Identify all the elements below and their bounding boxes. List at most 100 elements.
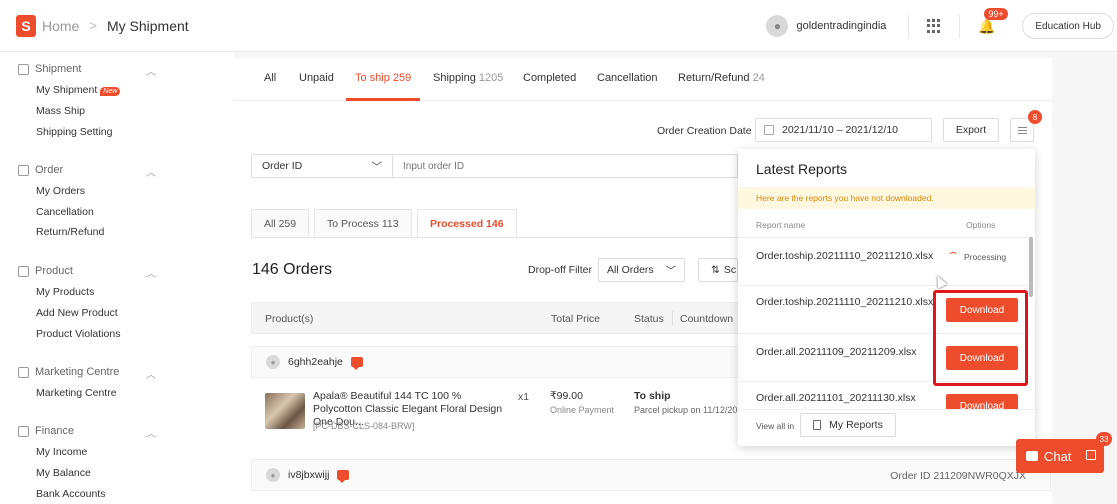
column-options: Options: [966, 220, 996, 230]
order-buyer-row: ● 6ghh2eahje: [251, 346, 741, 378]
chat-icon[interactable]: [350, 357, 363, 370]
search-field-select[interactable]: Order ID ﹀: [251, 154, 392, 178]
order-total-price: ₹99.00: [550, 390, 583, 402]
chevron-up-icon[interactable]: ︿: [146, 164, 156, 179]
divider: [959, 14, 961, 38]
notification-bell-icon[interactable]: 🔔 99+: [978, 8, 1008, 34]
product-thumbnail[interactable]: [265, 393, 305, 429]
spinner-icon: [948, 252, 958, 262]
sidebar-item-my-balance[interactable]: My Balance: [36, 467, 91, 479]
sidebar-section-order[interactable]: Order: [18, 164, 63, 176]
apps-grid-icon[interactable]: [927, 19, 941, 33]
my-reports-button[interactable]: My Reports: [800, 413, 896, 437]
active-tab-indicator: [346, 98, 420, 101]
document-icon: [813, 420, 822, 430]
dropoff-filter-label: Drop-off Filter: [528, 264, 592, 276]
breadcrumb-home[interactable]: Home: [42, 18, 79, 34]
report-row: Order.toship.20211110_20211210.xlsx Proc…: [738, 237, 1029, 285]
sidebar-item-product-violations[interactable]: Product Violations: [36, 328, 120, 340]
sidebar-item-marketing-centre[interactable]: Marketing Centre: [36, 387, 117, 399]
tab-all[interactable]: All: [264, 72, 276, 84]
tag-icon: [18, 366, 29, 378]
new-badge: New: [100, 87, 121, 96]
sidebar-item-bank-accounts[interactable]: Bank Accounts: [36, 488, 105, 500]
tab-cancellation[interactable]: Cancellation: [597, 72, 658, 84]
product-icon: [18, 265, 29, 277]
highlight-box: [933, 290, 1028, 386]
sidebar-item-mass-ship[interactable]: Mass Ship: [36, 105, 85, 117]
popup-title: Latest Reports: [756, 161, 848, 177]
top-bar: S Home > My Shipment ● goldentradingindi…: [0, 0, 1117, 52]
notification-badge: 99+: [984, 8, 1008, 20]
divider: [251, 237, 741, 238]
chevron-down-icon: ﹀: [665, 264, 677, 277]
chat-unread-badge: 33: [1096, 432, 1112, 446]
breadcrumb: Home > My Shipment: [42, 18, 189, 34]
chevron-down-icon: ﹀: [371, 160, 383, 173]
popup-scrollbar[interactable]: [1029, 237, 1033, 297]
tab-completed[interactable]: Completed: [523, 72, 576, 84]
sidebar-section-finance[interactable]: Finance: [18, 425, 74, 437]
column-status: Status: [634, 313, 664, 325]
sidebar-section-product[interactable]: Product: [18, 265, 73, 277]
payment-method: Online Payment: [550, 405, 615, 415]
orders-count-title: 146 Orders: [252, 261, 333, 278]
education-hub-button[interactable]: Education Hub: [1022, 13, 1114, 39]
divider: [908, 14, 910, 38]
sidebar-item-shipping-setting[interactable]: Shipping Setting: [36, 126, 112, 138]
subtab-to-process[interactable]: To Process 113: [314, 209, 412, 238]
username[interactable]: goldentradingindia: [796, 20, 886, 32]
sidebar-item-my-orders[interactable]: My Orders: [36, 185, 85, 197]
minimize-icon[interactable]: [1086, 450, 1096, 460]
view-all-label: View all in: [756, 421, 795, 431]
sidebar-item-add-new-product[interactable]: Add New Product: [36, 307, 118, 319]
subtab-processed[interactable]: Processed 146: [417, 209, 517, 238]
buyer-avatar-icon: ●: [266, 355, 280, 369]
order-id-input[interactable]: [392, 154, 738, 178]
shopee-logo-icon[interactable]: S: [16, 14, 36, 37]
wallet-icon: [18, 425, 29, 437]
report-name: Order.all.20211109_20211209.xlsx: [756, 346, 917, 358]
date-range-picker[interactable]: 2021/11/10 – 2021/12/10: [755, 118, 932, 142]
sidebar: Shipment ︿ My Shipment New Mass Ship Ship…: [0, 52, 234, 504]
sidebar-section-marketing[interactable]: Marketing Centre: [18, 366, 119, 378]
sidebar-item-my-shipment[interactable]: My Shipment New: [36, 84, 121, 96]
tab-unpaid[interactable]: Unpaid: [299, 72, 334, 84]
chevron-right-icon: >: [89, 18, 97, 33]
buyer-name[interactable]: iv8jbxwijj: [288, 469, 329, 481]
sidebar-item-return-refund[interactable]: Return/Refund: [36, 226, 104, 238]
calendar-icon: [764, 125, 774, 135]
subtab-all[interactable]: All 259: [251, 209, 310, 238]
sidebar-section-shipment[interactable]: Shipment: [18, 63, 81, 75]
tab-shipping[interactable]: Shipping 1205: [433, 72, 503, 84]
report-name: Order.toship.20211110_20211210.xlsx: [756, 296, 934, 308]
chevron-up-icon[interactable]: ︿: [146, 366, 156, 381]
export-button[interactable]: Export: [943, 118, 999, 142]
buyer-name[interactable]: 6ghh2eahje: [288, 356, 343, 368]
order-buyer-row: ● iv8jbxwijj Order ID 211209NWR0QXJX: [251, 459, 1051, 491]
order-creation-date-label: Order Creation Date: [657, 125, 752, 137]
chat-icon[interactable]: [337, 470, 350, 483]
report-name: Order.toship.20211110_20211210.xlsx: [756, 250, 934, 262]
sidebar-item-cancellation[interactable]: Cancellation: [36, 206, 94, 218]
dropoff-filter-select[interactable]: All Orders ﹀: [598, 258, 685, 282]
undownloaded-notice: Here are the reports you have not downlo…: [738, 187, 1035, 209]
order-icon: [18, 164, 29, 176]
user-avatar-icon[interactable]: ●: [766, 15, 789, 37]
processing-status: Processing: [948, 252, 1006, 262]
chevron-up-icon[interactable]: ︿: [146, 265, 156, 280]
pickup-info: Parcel pickup on 11/12/20: [634, 405, 738, 415]
sort-button[interactable]: ⇅ Sc: [698, 258, 738, 282]
sidebar-item-my-products[interactable]: My Products: [36, 286, 94, 298]
buyer-avatar-icon: ●: [266, 468, 280, 482]
chevron-up-icon[interactable]: ︿: [146, 425, 156, 440]
status-tabs: All Unpaid To ship 259 Shipping 1205 Com…: [234, 58, 1052, 101]
column-product: Product(s): [265, 313, 314, 325]
chat-button[interactable]: Chat: [1016, 439, 1104, 473]
sidebar-item-my-income[interactable]: My Income: [36, 446, 87, 458]
tab-to-ship[interactable]: To ship 259: [355, 72, 411, 84]
chevron-up-icon[interactable]: ︿: [146, 63, 156, 78]
tab-return-refund[interactable]: Return/Refund 24: [678, 72, 765, 84]
popup-footer: View all in My Reports: [738, 409, 1035, 446]
chat-bubble-icon: [1026, 451, 1038, 461]
